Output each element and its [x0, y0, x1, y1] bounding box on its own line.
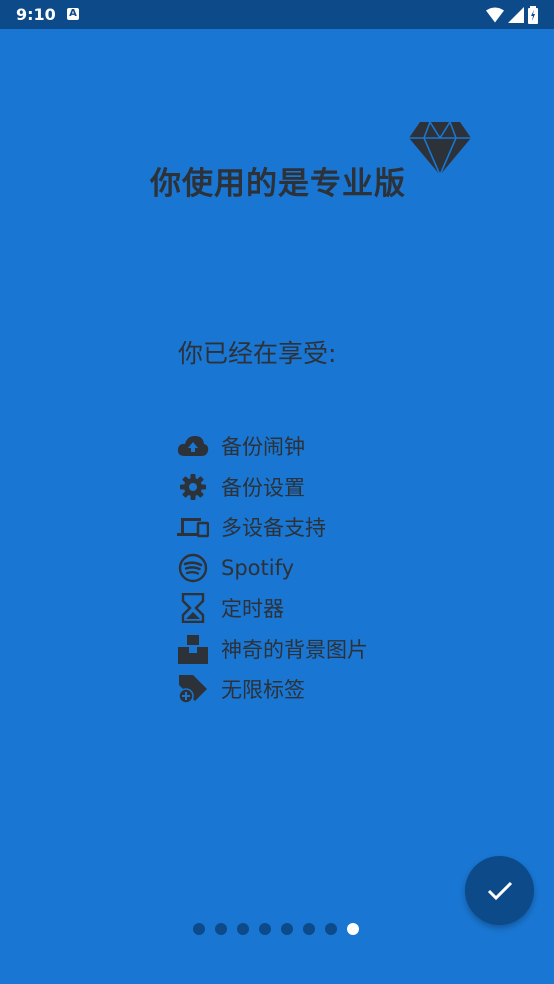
page-dot[interactable]	[259, 923, 271, 935]
page-dot[interactable]	[193, 923, 205, 935]
page-indicator	[193, 923, 359, 935]
page-dot[interactable]	[237, 923, 249, 935]
feature-list: 备份闹钟 备份设置 多设备支持 Spotify 定时器 神奇的背景图片 无限标签	[177, 426, 368, 710]
feature-item: 神奇的背景图片	[177, 629, 368, 670]
tag-plus-icon	[177, 673, 209, 705]
devices-icon	[177, 511, 209, 543]
hourglass-icon	[177, 592, 209, 624]
status-icons	[486, 6, 538, 24]
page-title: 你使用的是专业版	[150, 166, 406, 202]
checkmark-icon	[487, 881, 512, 900]
image-stack-icon	[177, 633, 209, 665]
cloud-upload-icon	[177, 430, 209, 462]
feature-item: 无限标签	[177, 669, 368, 710]
notification-a-icon: A	[67, 8, 79, 20]
status-bar: 9:10 A	[0, 0, 554, 29]
page-dot[interactable]	[281, 923, 293, 935]
feature-label: 定时器	[221, 597, 284, 622]
page-dot[interactable]	[325, 923, 337, 935]
page-dot-active[interactable]	[347, 923, 359, 935]
spotify-icon	[177, 552, 209, 584]
diamond-icon	[409, 121, 471, 176]
wifi-icon	[486, 7, 504, 23]
feature-label: 多设备支持	[221, 516, 326, 541]
confirm-button[interactable]	[465, 856, 534, 925]
feature-item: 多设备支持	[177, 507, 368, 548]
feature-label: 备份闹钟	[221, 435, 305, 460]
feature-label: 备份设置	[221, 475, 305, 500]
page-dot[interactable]	[215, 923, 227, 935]
status-time: 9:10	[16, 5, 56, 24]
page-dot[interactable]	[303, 923, 315, 935]
signal-icon	[508, 7, 524, 23]
feature-label: Spotify	[221, 555, 295, 580]
feature-item: 定时器	[177, 588, 368, 629]
feature-label: 神奇的背景图片	[221, 637, 368, 662]
feature-item: 备份设置	[177, 467, 368, 508]
gear-icon	[177, 471, 209, 503]
feature-label: 无限标签	[221, 678, 305, 703]
battery-icon	[528, 6, 538, 24]
enjoying-subtitle: 你已经在享受:	[178, 339, 337, 368]
feature-item: 备份闹钟	[177, 426, 368, 467]
feature-item: Spotify	[177, 548, 368, 589]
